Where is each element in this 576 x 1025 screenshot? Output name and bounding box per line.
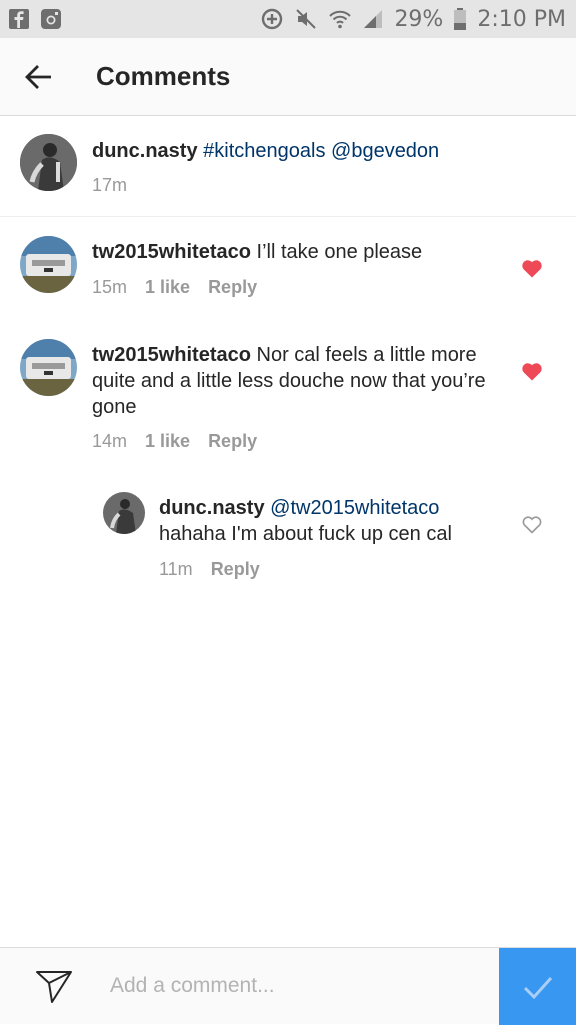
instagram-icon	[40, 8, 62, 30]
status-bar: 29% 2:10 PM	[0, 0, 576, 38]
paper-plane-icon	[36, 971, 72, 1003]
likes-count[interactable]: 1 like	[145, 277, 190, 298]
heart-filled-icon	[522, 363, 542, 381]
facebook-icon	[8, 8, 30, 30]
avatar[interactable]	[20, 236, 77, 293]
page-title: Comments	[96, 61, 231, 91]
username[interactable]: tw2015whitetaco	[92, 344, 251, 366]
data-saver-icon	[260, 7, 284, 31]
like-button[interactable]	[520, 256, 544, 280]
post-comment-button[interactable]	[499, 948, 576, 1025]
clock: 2:10 PM	[477, 6, 566, 32]
checkmark-icon	[523, 976, 552, 999]
mention-link[interactable]: @tw2015whitetaco	[270, 497, 439, 519]
username[interactable]: tw2015whitetaco	[92, 241, 251, 263]
avatar[interactable]	[103, 492, 145, 534]
avatar[interactable]	[20, 134, 77, 191]
back-arrow-icon	[25, 64, 51, 89]
timestamp: 15m	[92, 277, 128, 297]
hashtag-link[interactable]: #kitchengoals	[203, 140, 325, 162]
mute-icon	[294, 7, 318, 31]
timestamp: 11m	[159, 559, 193, 579]
reply-button[interactable]: Reply	[208, 431, 257, 452]
direct-share-button[interactable]	[34, 966, 74, 1006]
comment-meta: 11m Reply	[159, 559, 260, 580]
like-button[interactable]	[520, 359, 544, 383]
heart-outline-icon	[522, 516, 542, 534]
reply-button[interactable]: Reply	[211, 559, 260, 580]
mention-link[interactable]: @bgevedon	[331, 140, 439, 162]
comment-meta: 14m 1 like Reply	[92, 431, 257, 452]
comment-item: tw2015whitetaco I’ll take one please 15m…	[0, 217, 576, 317]
avatar[interactable]	[20, 339, 77, 396]
comment-meta: 15m 1 like Reply	[92, 277, 257, 298]
reply-button[interactable]: Reply	[208, 277, 257, 298]
battery-icon	[453, 7, 467, 31]
likes-count[interactable]: 1 like	[145, 431, 190, 452]
comment-text: hahaha I'm about fuck up cen cal	[159, 523, 452, 545]
caption-meta: 17m	[92, 175, 127, 196]
back-button[interactable]	[14, 52, 64, 102]
heart-filled-icon	[522, 260, 542, 278]
timestamp: 17m	[92, 175, 128, 195]
battery-percent: 29%	[394, 6, 444, 32]
comment-input[interactable]	[108, 962, 492, 1010]
timestamp: 14m	[92, 431, 128, 451]
signal-icon	[362, 8, 384, 30]
comment-text: I’ll take one please	[256, 241, 423, 263]
reply-item: dunc.nasty @tw2015whitetaco hahaha I'm a…	[0, 476, 576, 596]
comment-composer	[0, 947, 576, 1025]
like-button[interactable]	[520, 512, 544, 536]
comment-item: tw2015whitetaco Nor cal feels a little m…	[0, 320, 576, 460]
username[interactable]: dunc.nasty	[159, 497, 265, 519]
caption: dunc.nasty #kitchengoals @bgevedon 17m	[0, 116, 576, 216]
username[interactable]: dunc.nasty	[92, 140, 198, 162]
app-header: Comments	[0, 38, 576, 116]
wifi-icon	[328, 7, 352, 31]
